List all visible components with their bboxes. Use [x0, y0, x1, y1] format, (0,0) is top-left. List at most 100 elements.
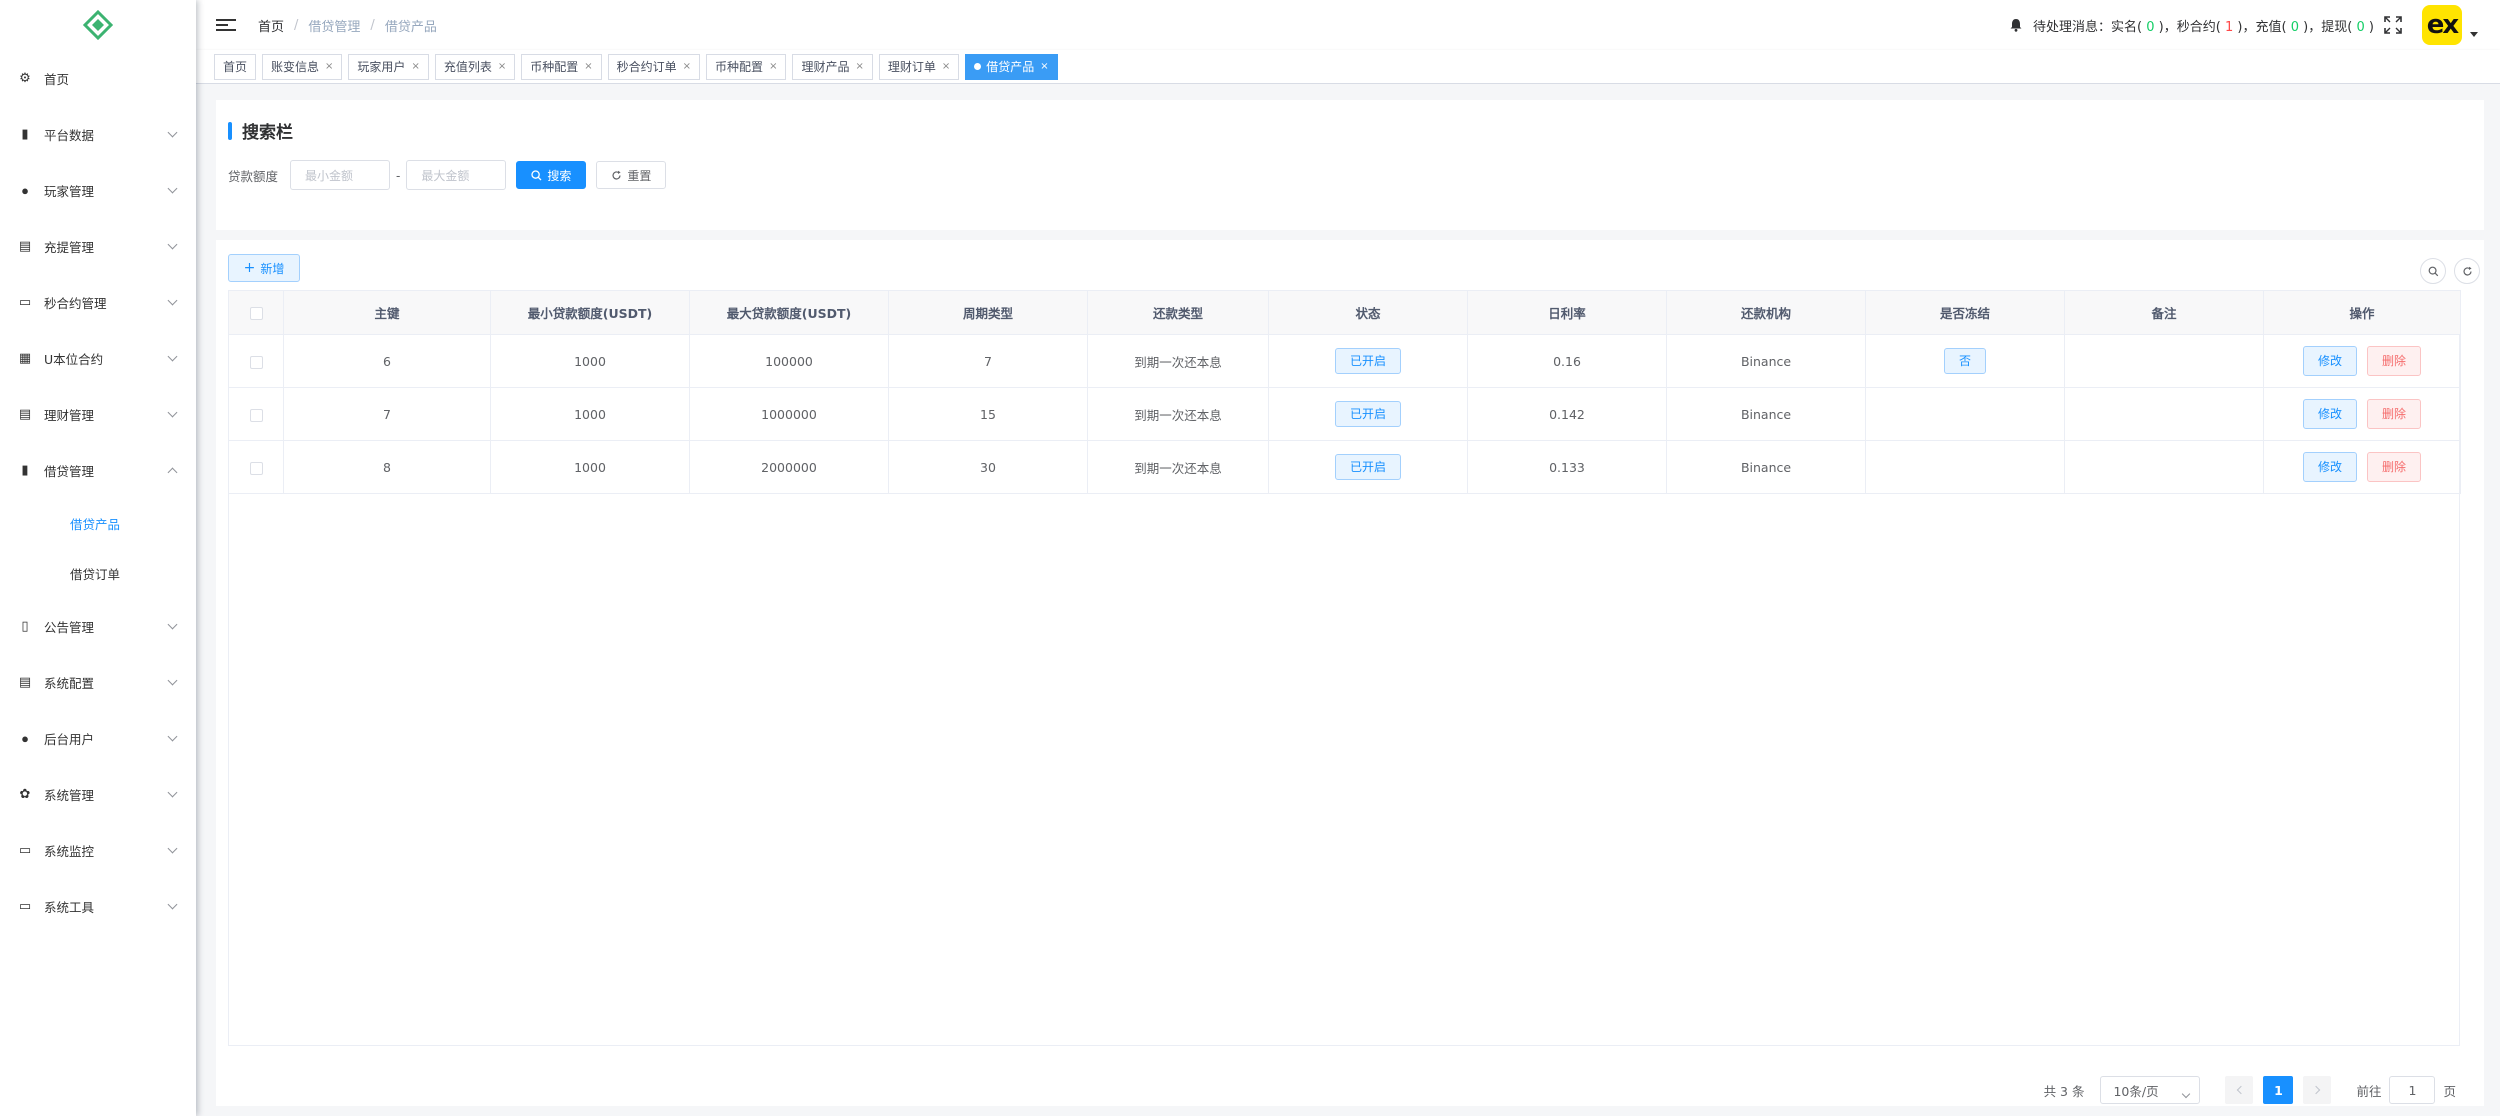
close-icon[interactable]: ×	[498, 61, 506, 72]
toggle-search-button[interactable]	[2420, 258, 2446, 284]
range-dash: -	[396, 167, 401, 183]
tag-label: 首页	[223, 60, 248, 74]
prev-page-button[interactable]	[2225, 1076, 2254, 1104]
min-amount-input[interactable]: 最小金额	[290, 160, 391, 190]
sidebar-item-label: 首页	[44, 71, 70, 87]
tag-item[interactable]: 秒合约订单 ×	[607, 53, 701, 80]
sidebar-item-read[interactable]: ▯ 公告管理	[0, 598, 196, 654]
column-header: 周期类型	[888, 290, 1088, 335]
tag-item[interactable]: 借贷产品 ×	[965, 53, 1058, 80]
cell-org: Binance	[1666, 440, 1866, 494]
goto-page: 前往 1 页	[2356, 1076, 2456, 1104]
reset-button[interactable]: 重置	[596, 161, 667, 189]
sidebar-item-users[interactable]: ● 后台用户	[0, 710, 196, 766]
add-button-label: 新增	[260, 261, 285, 276]
breadcrumb-home[interactable]: 首页	[258, 16, 284, 35]
sidebar-item-label: 系统配置	[44, 675, 95, 691]
pagination: 共 3 条 10条/页 1 前往 1 页	[2044, 1076, 2456, 1104]
select-all-checkbox[interactable]	[249, 307, 263, 320]
row-select-cell[interactable]	[228, 440, 284, 494]
tag-item[interactable]: 账变信息 ×	[262, 53, 343, 80]
close-icon[interactable]: ×	[855, 61, 863, 72]
close-icon[interactable]: ×	[769, 61, 777, 72]
search-title-text: 搜索栏	[242, 123, 293, 143]
tag-item[interactable]: 币种配置 ×	[521, 53, 602, 80]
row-checkbox[interactable]	[249, 461, 263, 475]
row-select-cell[interactable]	[228, 387, 284, 441]
sidebar-item-user[interactable]: ● 玩家管理	[0, 162, 196, 218]
cell-rate: 0.142	[1467, 387, 1667, 441]
page-size-select[interactable]: 10条/页	[2100, 1076, 2201, 1104]
sidebar-item-clipboard[interactable]: ▤ 充提管理	[0, 218, 196, 274]
column-header: 备注	[2064, 290, 2264, 335]
next-page-button[interactable]	[2303, 1076, 2332, 1104]
tag-item[interactable]: 玩家用户 ×	[348, 53, 429, 80]
cell-rate: 0.133	[1467, 440, 1667, 494]
chevron-down-icon	[167, 351, 178, 361]
tag-label: 借贷产品	[986, 60, 1035, 74]
toolbox-icon: ▭	[18, 898, 32, 913]
delete-button[interactable]: 删除	[2367, 452, 2422, 482]
cell-id: 8	[283, 440, 491, 494]
tag-label: 理财订单	[887, 60, 936, 74]
max-amount-input[interactable]: 最大金额	[406, 160, 507, 190]
close-icon[interactable]: ×	[411, 61, 419, 72]
notice-label: 实名	[2111, 19, 2138, 35]
status-badge: 已开启	[1334, 348, 1401, 374]
pending-notice[interactable]: 待处理消息：实名( 0 )，秒合约( 1 )，充值( 0 )，提现( 0 )	[2033, 16, 2374, 35]
sidebar-item-grid[interactable]: ▦ U本位合约	[0, 330, 196, 386]
search-button-label: 搜索	[547, 168, 572, 183]
sidebar-item-toolbox[interactable]: ▭ 系统工具	[0, 878, 196, 934]
sidebar-item-dashboard[interactable]: ⚙ 首页	[0, 50, 196, 106]
sidebar-item-config[interactable]: ▤ 系统配置	[0, 654, 196, 710]
sidebar-item-monitor[interactable]: ▭ 系统监控	[0, 822, 196, 878]
edit-button[interactable]: 修改	[2302, 346, 2357, 376]
search-icon	[531, 169, 542, 180]
delete-button[interactable]: 删除	[2367, 346, 2422, 376]
close-icon[interactable]: ×	[942, 61, 950, 72]
grid-icon: ▦	[18, 350, 32, 365]
delete-button[interactable]: 删除	[2367, 399, 2422, 429]
tag-item[interactable]: 币种配置 ×	[706, 53, 787, 80]
row-select-cell[interactable]	[228, 334, 284, 388]
refresh-table-button[interactable]	[2454, 258, 2480, 284]
sidebar-item-chart[interactable]: ▮ 平台数据	[0, 106, 196, 162]
close-icon[interactable]: ×	[584, 61, 592, 72]
search-title: 搜索栏	[228, 118, 293, 143]
sidebar-item-book[interactable]: ▮ 借贷管理	[0, 442, 196, 498]
row-checkbox[interactable]	[249, 355, 263, 369]
cell-repay: 到期一次还本息	[1087, 440, 1269, 494]
close-icon[interactable]: ×	[325, 61, 333, 72]
close-icon[interactable]: ×	[683, 61, 691, 72]
close-icon[interactable]: ×	[1040, 61, 1048, 72]
refresh-icon	[612, 170, 621, 179]
add-button[interactable]: + 新增	[228, 254, 300, 282]
tag-item[interactable]: 理财订单 ×	[878, 53, 960, 80]
select-all-cell[interactable]	[228, 290, 284, 335]
sidebar-subitem[interactable]: 借贷产品	[0, 498, 196, 548]
search-button[interactable]: 搜索	[516, 161, 587, 189]
sidebar-subitem[interactable]: 借贷订单	[0, 548, 196, 598]
tag-label: 秒合约订单	[616, 60, 677, 74]
row-checkbox[interactable]	[249, 408, 263, 422]
sidebar-item-label: 系统工具	[44, 899, 95, 915]
tag-item[interactable]: 理财产品 ×	[792, 53, 873, 80]
fullscreen-icon[interactable]	[2384, 16, 2402, 34]
logo[interactable]	[0, 0, 196, 50]
status-badge: 已开启	[1334, 454, 1401, 480]
page-number-current[interactable]: 1	[2263, 1076, 2294, 1104]
column-header: 还款机构	[1666, 290, 1866, 335]
avatar-dropdown-icon[interactable]	[2470, 31, 2478, 37]
tag-item[interactable]: 首页	[214, 53, 257, 80]
bell-icon[interactable]	[2009, 18, 2023, 32]
sidebar-item-gear[interactable]: ✿ 系统管理	[0, 766, 196, 822]
notice-prefix: 待处理消息：	[2033, 19, 2112, 35]
sidebar-item-document[interactable]: ▤ 理财管理	[0, 386, 196, 442]
goto-page-input[interactable]: 1	[2389, 1076, 2436, 1104]
hamburger-icon[interactable]	[216, 19, 236, 31]
tag-item[interactable]: 充值列表 ×	[434, 53, 516, 80]
sidebar-item-monitor[interactable]: ▭ 秒合约管理	[0, 274, 196, 330]
edit-button[interactable]: 修改	[2302, 452, 2357, 482]
edit-button[interactable]: 修改	[2302, 399, 2357, 429]
avatar[interactable]: ex	[2422, 5, 2462, 45]
